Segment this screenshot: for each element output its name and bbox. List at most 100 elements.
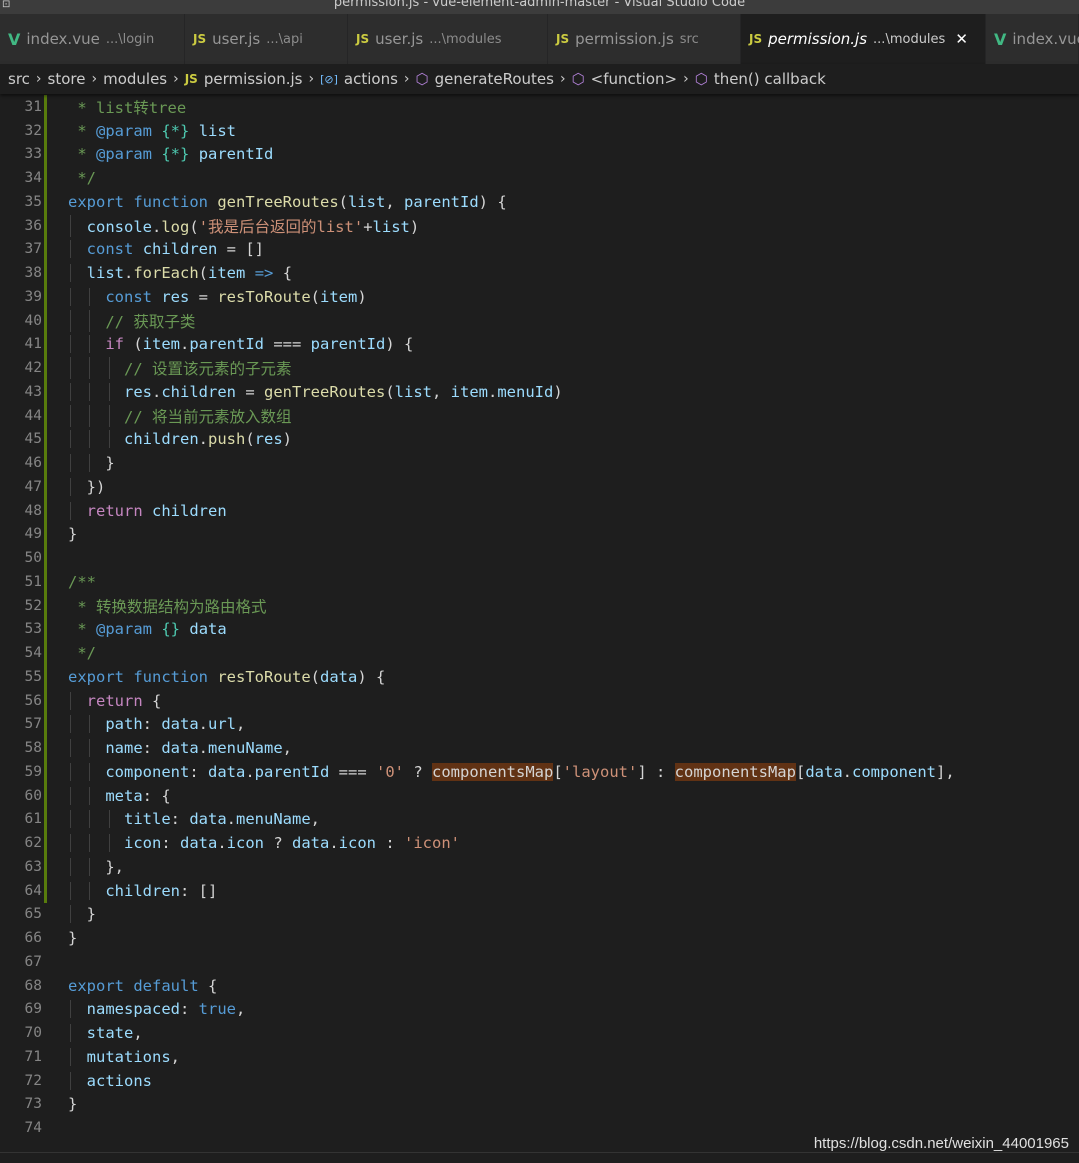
code-line[interactable]: 57 path: data.url,	[0, 712, 1079, 737]
code-text[interactable]: meta: {	[50, 786, 171, 805]
code-line[interactable]: 54 */	[0, 641, 1079, 665]
code-line[interactable]: 70 state,	[0, 1021, 1079, 1045]
code-line[interactable]: 66}	[0, 926, 1079, 950]
code-line[interactable]: 39 const res = resToRoute(item)	[0, 285, 1079, 309]
code-text[interactable]: return children	[50, 501, 227, 520]
breadcrumb-item[interactable]: [⊘] actions ›	[320, 70, 415, 88]
code-text[interactable]: title: data.menuName,	[50, 810, 320, 829]
code-text[interactable]: if (item.parentId === parentId) {	[50, 335, 413, 354]
code-text[interactable]: */	[50, 169, 96, 187]
code-text[interactable]: }	[50, 454, 115, 473]
code-line[interactable]: 46 }	[0, 451, 1079, 475]
code-line[interactable]: 47 })	[0, 475, 1079, 499]
code-text[interactable]: // 获取子类	[50, 309, 195, 332]
code-line[interactable]: 44 // 将当前元素放入数组	[0, 403, 1079, 428]
code-line[interactable]: 55 export function resToRoute(data) {	[0, 665, 1079, 689]
code-text[interactable]: list.forEach(item => {	[50, 264, 292, 283]
code-text[interactable]: })	[50, 477, 105, 496]
code-line[interactable]: 32 * @param {*} list	[0, 118, 1079, 143]
code-line[interactable]: 41 if (item.parentId === parentId) {	[0, 332, 1079, 357]
code-line[interactable]: 64 children: []	[0, 878, 1079, 903]
breadcrumb-item[interactable]: ⬡ generateRoutes ›	[416, 70, 572, 88]
code-line[interactable]: 73}	[0, 1093, 1079, 1117]
code-text[interactable]: }	[50, 905, 96, 924]
code-line[interactable]: 68 export default {	[0, 974, 1079, 998]
code-line[interactable]: 31 * list转tree	[0, 95, 1079, 119]
code-text[interactable]: console.log('我是后台返回的list'+list)	[50, 214, 419, 237]
code-text[interactable]: */	[50, 644, 96, 662]
tab-user-js[interactable]: JS user.js ...\api	[185, 14, 348, 64]
code-line[interactable]: 52 * 转换数据结构为路由格式	[0, 593, 1079, 618]
code-text[interactable]: * @param {*} list	[50, 122, 236, 140]
breadcrumb-item[interactable]: ⬡ then() callback	[695, 70, 826, 88]
code-text[interactable]: const children = []	[50, 240, 264, 259]
code-text[interactable]: export function resToRoute(data) {	[50, 668, 385, 686]
code-line[interactable]: 34 */	[0, 166, 1079, 190]
code-text[interactable]: children.push(res)	[50, 430, 292, 449]
code-text[interactable]: // 设置该元素的子元素	[50, 357, 292, 380]
code-line[interactable]: 62 icon: data.icon ? data.icon : 'icon'	[0, 831, 1079, 855]
breadcrumb-item[interactable]: store ›	[48, 70, 104, 88]
breadcrumb-item[interactable]: ⬡ <function> ›	[572, 70, 695, 88]
code-line[interactable]: 71 mutations,	[0, 1045, 1079, 1069]
tab-index-vue[interactable]: Vindex.vue ...\login	[0, 14, 185, 64]
code-line[interactable]: 51 /**	[0, 570, 1079, 594]
code-line[interactable]: 53 * @param {} data	[0, 617, 1079, 642]
code-line[interactable]: 72 actions	[0, 1069, 1079, 1093]
code-line[interactable]: 49}	[0, 522, 1079, 547]
code-line[interactable]: 59 component: data.parentId === '0' ? co…	[0, 760, 1079, 784]
code-text[interactable]: * list转tree	[50, 96, 186, 118]
tab-permission-js[interactable]: JS permission.js src	[548, 14, 741, 64]
code-line[interactable]: 63 },	[0, 855, 1079, 879]
code-text[interactable]: actions	[50, 1071, 152, 1090]
code-line[interactable]: 35 export function genTreeRoutes(list, pa…	[0, 190, 1079, 214]
code-line[interactable]: 56 return {	[0, 688, 1079, 713]
close-icon[interactable]: ✕	[955, 30, 968, 48]
breadcrumb-item[interactable]: modules ›	[103, 70, 185, 88]
code-text[interactable]: /**	[50, 573, 96, 591]
code-text[interactable]: const res = resToRoute(item)	[50, 287, 367, 306]
code-line[interactable]: 38 list.forEach(item => {	[0, 261, 1079, 285]
breadcrumb-item[interactable]: JS permission.js ›	[185, 70, 320, 88]
code-line[interactable]: 48 return children	[0, 498, 1079, 523]
tab-user-js[interactable]: JS user.js ...\modules	[348, 14, 548, 64]
code-text[interactable]: children: []	[50, 881, 217, 900]
code-line[interactable]: 58 name: data.menuName,	[0, 736, 1079, 760]
code-line[interactable]: 36 console.log('我是后台返回的list'+list)	[0, 213, 1079, 238]
code-text[interactable]: icon: data.icon ? data.icon : 'icon'	[50, 834, 460, 853]
code-text[interactable]: state,	[50, 1024, 143, 1043]
tab-index-vue[interactable]: Vindex.vue	[986, 14, 1079, 64]
breadcrumb-item[interactable]: src ›	[8, 70, 48, 88]
code-text[interactable]: mutations,	[50, 1047, 180, 1066]
code-line[interactable]: 42 // 设置该元素的子元素	[0, 356, 1079, 380]
code-line[interactable]: 50	[0, 546, 1079, 570]
code-text[interactable]: // 将当前元素放入数组	[50, 404, 292, 427]
code-text[interactable]: res.children = genTreeRoutes(list, item.…	[50, 382, 563, 401]
code-line[interactable]: 65 }	[0, 903, 1079, 927]
code-line[interactable]: 69 namespaced: true,	[0, 998, 1079, 1022]
code-line[interactable]: 33 * @param {*} parentId	[0, 142, 1079, 167]
code-line[interactable]: 60 meta: {	[0, 783, 1079, 808]
code-text[interactable]: export default {	[50, 977, 217, 995]
code-text[interactable]: }	[50, 929, 77, 947]
code-text[interactable]: export function genTreeRoutes(list, pare…	[50, 193, 507, 211]
code-line[interactable]: 61 title: data.menuName,	[0, 807, 1079, 832]
code-text[interactable]: component: data.parentId === '0' ? compo…	[50, 762, 955, 781]
code-text[interactable]: }	[50, 1095, 77, 1113]
code-text[interactable]: * @param {*} parentId	[50, 145, 273, 163]
code-line[interactable]: 37 const children = []	[0, 237, 1079, 262]
code-line[interactable]: 45 children.push(res)	[0, 427, 1079, 452]
tab-permission-js[interactable]: JS permission.js ...\modules ✕	[741, 14, 986, 64]
code-text[interactable]: * @param {} data	[50, 620, 226, 638]
code-editor[interactable]: 31 * list转tree 32 * @param {*} list 33 * @…	[0, 95, 1079, 1150]
code-text[interactable]: return {	[50, 691, 161, 710]
code-text[interactable]: path: data.url,	[50, 715, 245, 734]
code-text[interactable]: name: data.menuName,	[50, 739, 292, 758]
code-text[interactable]: }	[50, 525, 77, 543]
code-line[interactable]: 43 res.children = genTreeRoutes(list, it…	[0, 380, 1079, 404]
window-icon[interactable]: ⊡	[2, 0, 10, 10]
code-line[interactable]: 67	[0, 950, 1079, 974]
code-line[interactable]: 40 // 获取子类	[0, 308, 1079, 333]
code-text[interactable]: },	[50, 857, 124, 876]
code-text[interactable]: namespaced: true,	[50, 1000, 245, 1019]
